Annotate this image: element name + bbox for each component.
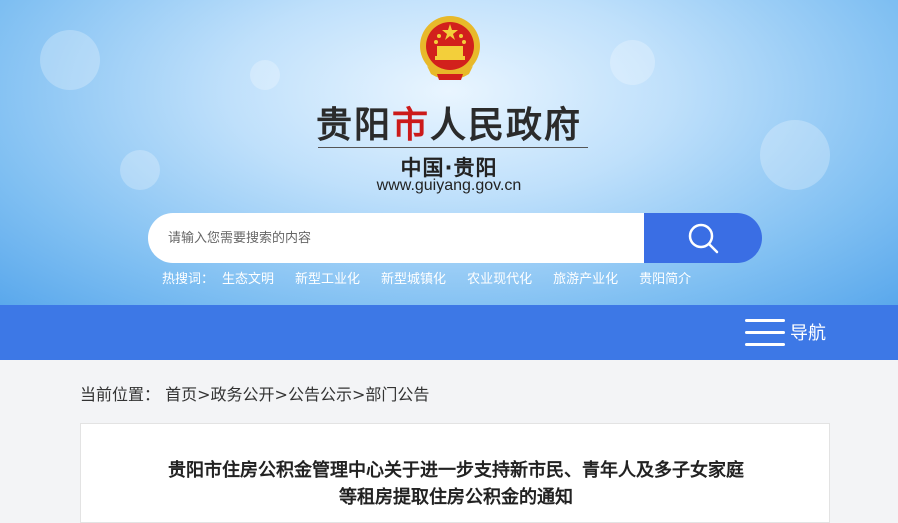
hot-search-link[interactable]: 生态文明 xyxy=(222,268,274,287)
breadcrumb-prefix: 当前位置： xyxy=(80,385,161,404)
hot-search-link[interactable]: 新型工业化 xyxy=(295,268,360,287)
hot-search-label: 热搜词： xyxy=(162,272,215,287)
article-title-line: 等租房提取住房公积金的通知 xyxy=(339,487,573,508)
nav-menu-label: 导航 xyxy=(790,323,826,344)
site-title: 贵阳市人民政府 xyxy=(0,96,898,148)
national-emblem-icon xyxy=(420,16,480,80)
breadcrumb-item[interactable]: 政务公开 xyxy=(211,385,275,404)
hot-search-link[interactable]: 农业现代化 xyxy=(467,268,532,287)
header-banner: 贵阳市人民政府 中国·贵阳 www.guiyang.gov.cn 热搜词： 生态… xyxy=(0,0,898,305)
breadcrumb-separator: > xyxy=(197,385,211,404)
hot-search-link[interactable]: 贵阳简介 xyxy=(639,268,691,287)
breadcrumb-separator: > xyxy=(274,385,288,404)
bokeh-decoration xyxy=(610,40,655,85)
hot-search-bar: 热搜词： 生态文明 新型工业化 新型城镇化 农业现代化 旅游产业化 贵阳简介 xyxy=(162,268,712,287)
article-title-line: 贵阳市住房公积金管理中心关于进一步支持新市民、青年人及多子女家庭 xyxy=(168,460,744,481)
breadcrumb: 当前位置： 首页>政务公开>公告公示>部门公告 xyxy=(80,381,429,405)
bokeh-decoration xyxy=(250,60,280,90)
article-card: 贵阳市住房公积金管理中心关于进一步支持新市民、青年人及多子女家庭 等租房提取住房… xyxy=(80,423,830,523)
search-button[interactable] xyxy=(644,213,762,263)
breadcrumb-home[interactable]: 首页 xyxy=(165,385,197,404)
nav-menu-button[interactable]: 导航 xyxy=(745,317,826,347)
breadcrumb-item[interactable]: 公告公示 xyxy=(288,385,352,404)
title-divider xyxy=(318,147,588,148)
search-icon xyxy=(688,223,719,254)
hot-search-link[interactable]: 新型城镇化 xyxy=(381,268,446,287)
site-url: www.guiyang.gov.cn xyxy=(376,177,522,194)
article-title: 贵阳市住房公积金管理中心关于进一步支持新市民、青年人及多子女家庭 等租房提取住房… xyxy=(81,457,831,511)
site-title-part: 贵阳 xyxy=(315,104,392,146)
bokeh-decoration xyxy=(40,30,100,90)
menu-icon xyxy=(745,317,785,347)
nav-bar: 导航 xyxy=(0,305,898,360)
breadcrumb-item[interactable]: 部门公告 xyxy=(365,385,429,404)
site-title-part: 市 xyxy=(391,104,430,146)
search-input[interactable] xyxy=(148,213,648,263)
breadcrumb-separator: > xyxy=(351,385,366,404)
hot-search-link[interactable]: 旅游产业化 xyxy=(553,268,618,287)
site-title-part: 人民政府 xyxy=(430,104,583,146)
